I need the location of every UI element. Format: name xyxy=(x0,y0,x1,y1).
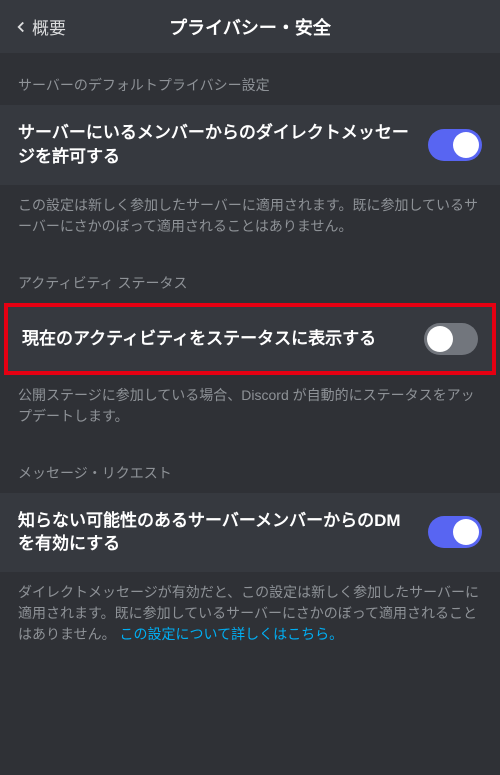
setting-row-server-dm: サーバーにいるメンバーからのダイレクトメッセージを許可する xyxy=(0,105,500,185)
setting-label-activity-status: 現在のアクティビティをステータスに表示する xyxy=(22,327,424,351)
setting-label-server-dm: サーバーにいるメンバーからのダイレクトメッセージを許可する xyxy=(18,121,428,169)
setting-description-server-dm: この設定は新しく参加したサーバーに適用されます。既に参加しているサーバーにさかの… xyxy=(0,185,500,251)
section-header-activity-status: アクティビティ ステータス xyxy=(0,251,500,303)
back-label: 概要 xyxy=(32,14,66,39)
toggle-knob xyxy=(453,519,479,545)
setting-description-activity-status: 公開ステージに参加している場合、Discord が自動的にステータスをアップデー… xyxy=(0,375,500,441)
setting-description-message-request: ダイレクトメッセージが有効だと、この設定は新しく参加したサーバーに適用されます。… xyxy=(0,572,500,659)
setting-label-message-request: 知らない可能性のあるサーバーメンバーからのDMを有効にする xyxy=(18,509,428,557)
setting-row-activity-status: 現在のアクティビティをステータスに表示する xyxy=(4,303,496,375)
back-button[interactable]: 概要 xyxy=(12,14,66,39)
toggle-message-request[interactable] xyxy=(428,516,482,548)
page-title: プライバシー・安全 xyxy=(169,14,331,40)
toggle-server-dm[interactable] xyxy=(428,129,482,161)
learn-more-link[interactable]: この設定について詳しくはこちら。 xyxy=(119,626,343,642)
section-header-server-default: サーバーのデフォルトプライバシー設定 xyxy=(0,53,500,105)
setting-row-message-request: 知らない可能性のあるサーバーメンバーからのDMを有効にする xyxy=(0,493,500,573)
chevron-left-icon xyxy=(12,18,30,36)
toggle-knob xyxy=(453,132,479,158)
toggle-activity-status[interactable] xyxy=(424,323,478,355)
section-header-message-request: メッセージ・リクエスト xyxy=(0,441,500,493)
header-bar: 概要 プライバシー・安全 xyxy=(0,0,500,53)
toggle-knob xyxy=(427,326,453,352)
